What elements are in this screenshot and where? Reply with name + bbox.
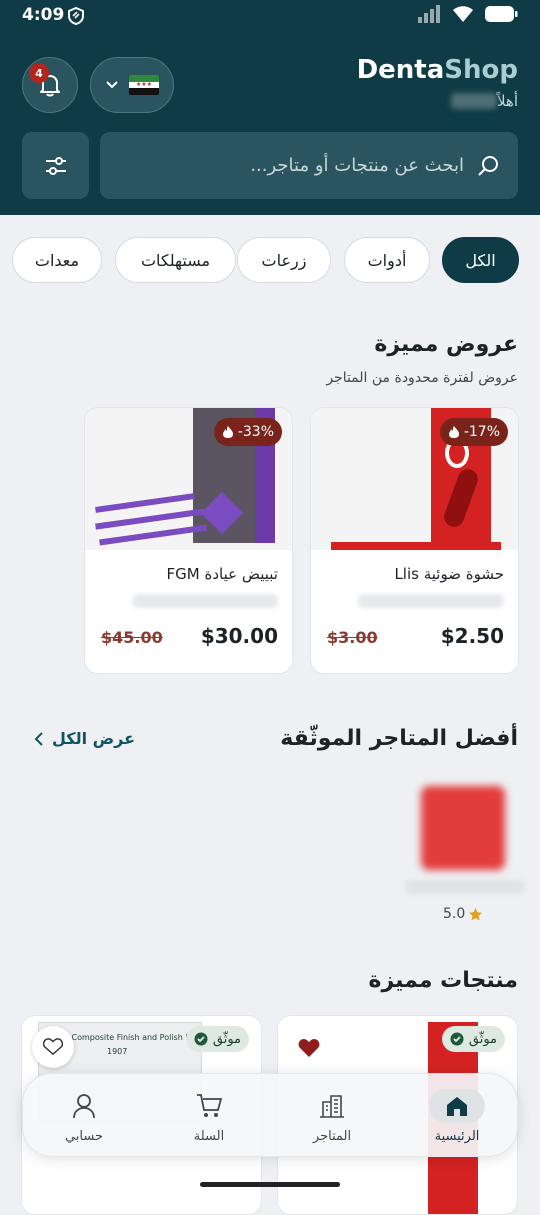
nav-home[interactable]: الرئيسية [407,1082,507,1150]
store-name-blurred [132,594,278,608]
user-name-blurred [450,93,497,109]
nav-account[interactable]: حسابي [34,1082,134,1150]
shield-icon [68,7,84,25]
chip-consumables[interactable]: مستهلكات [115,237,236,283]
brand-title: DentaShop [357,55,518,85]
greeting-text: أهلاً [496,92,518,110]
verified-badge: موثّق [185,1026,249,1052]
chip-all[interactable]: الكل [442,237,519,283]
brand-part-1: Denta [356,55,445,85]
store-name-blurred [405,880,525,894]
old-price: $3.00 [327,628,378,647]
nav-account-label: حسابي [64,1128,104,1144]
verified-badge: موثّق [441,1026,505,1052]
nav-cart[interactable]: السلة [159,1082,259,1150]
product-image-code: 1907 [107,1047,128,1056]
nav-stores-label: المتاجر [312,1128,352,1144]
rating-value: 5.0 [443,906,466,922]
view-all-text: عرض الكل [52,729,136,748]
wifi-icon [453,6,473,22]
chip-equipment[interactable]: معدات [12,237,102,283]
featured-title: منتجات مميزة [368,968,519,993]
stores-icon [320,1094,344,1118]
app-header: 4:09 DentaShop أهلاً 4 ★★★ ابحث عن منتجا… [0,0,540,215]
notification-badge: 4 [29,63,49,83]
verified-check-icon [194,1032,208,1046]
verified-text: موثّق [212,1031,241,1047]
deals-title: عروض مميزة [374,332,518,357]
product-name: حشوة ضوئية Llis [394,565,504,583]
product-name: تبييض عيادة FGM [166,565,278,583]
store-logo[interactable] [421,786,505,870]
product-image-text: ST Composite Finish and Polish Kit [59,1033,196,1042]
old-price: $45.00 [101,628,163,647]
nav-stores[interactable]: المتاجر [282,1082,382,1150]
nav-home-label: الرئيسية [434,1128,480,1144]
category-chips: الكل أدوات زرعات مستهلكات معدات [0,237,540,283]
view-all-link[interactable]: عرض الكل [34,729,135,748]
nav-cart-label: السلة [193,1128,225,1144]
search-input[interactable]: ابحث عن منتجات أو متاجر... [250,155,464,176]
product-price: $2.50 [440,624,504,648]
discount-text: -17% [463,424,500,440]
search-bar[interactable]: ابحث عن منتجات أو متاجر... [100,132,518,199]
chevron-down-icon [106,81,118,89]
filter-button[interactable] [22,132,89,199]
battery-icon [485,6,518,22]
greeting: أهلاً [449,92,518,110]
discount-text: -33% [237,424,274,440]
heart-filled-icon[interactable] [298,1038,320,1058]
stores-title: أفضل المتاجر الموثّقة [280,726,518,751]
chip-tools[interactable]: أدوات [344,237,430,283]
chevron-left-icon [34,731,43,746]
status-bar: 4:09 [0,0,540,32]
discount-badge: -33% [213,418,282,446]
product-price: $30.00 [200,624,278,648]
country-selector[interactable]: ★★★ [90,57,174,113]
deals-subtitle: عروض لفترة محدودة من المتاجر [326,370,518,386]
status-time: 4:09 [22,5,65,25]
verified-text: موثّق [468,1031,497,1047]
verified-check-icon [450,1032,464,1046]
heart-outline-icon [43,1038,63,1056]
notifications-button[interactable]: 4 [22,57,78,113]
bottom-navigation: الرئيسية المتاجر السلة حسابي [22,1073,518,1157]
brand-part-2: Shop [444,55,518,85]
store-name-blurred [358,594,504,608]
cart-icon [197,1093,223,1117]
deal-card[interactable]: -33% تبييض عيادة FGM $30.00 $45.00 [84,407,293,674]
signal-icon [418,5,440,23]
home-indicator [200,1182,340,1187]
syria-flag-icon: ★★★ [129,75,159,95]
favorite-button[interactable] [32,1026,74,1068]
person-icon [73,1093,95,1118]
filter-sliders-icon [45,156,66,175]
deal-card[interactable]: -17% حشوة ضوئية Llis $2.50 $3.00 [310,407,519,674]
discount-badge: -17% [439,418,508,446]
star-icon [469,907,483,920]
search-icon [478,155,498,176]
fire-icon [448,426,459,438]
store-rating: 5.0 [443,906,483,922]
chip-implants[interactable]: زرعات [237,237,331,283]
home-icon [447,1096,467,1116]
fire-icon [222,426,233,438]
